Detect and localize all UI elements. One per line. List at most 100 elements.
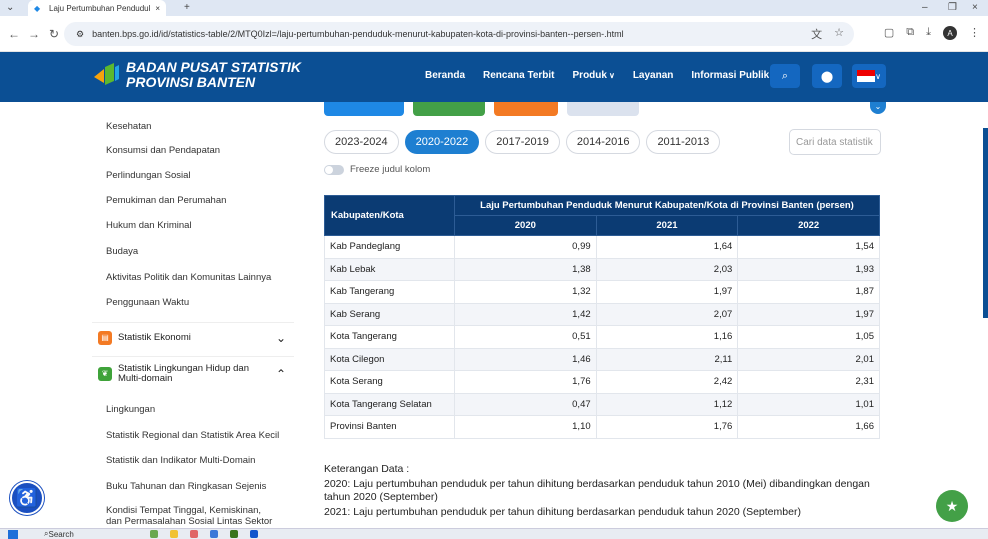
sidebar-category-lingkungan[interactable]: ❦ Statistik Lingkungan Hidup dan Multi-do… <box>92 356 294 390</box>
reading-list-icon[interactable]: ▢ <box>884 26 894 40</box>
excel-icon[interactable] <box>230 530 238 538</box>
cell-value-2022: 1,05 <box>737 325 880 349</box>
browser-menu-icon[interactable]: ⋮ <box>969 26 980 40</box>
cell-value-2021: 1,97 <box>595 280 739 304</box>
location-button[interactable]: ⬤ <box>812 64 842 88</box>
sidebar-item-kondisi-tempat-tinggal[interactable]: Kondisi Tempat Tinggal, Kemiskinan, dan … <box>106 505 272 527</box>
table-row: Kab Lebak 1,38 2,03 1,93 <box>324 257 880 281</box>
translate-icon[interactable]: 文 <box>811 26 822 42</box>
minimize-icon[interactable]: – <box>922 2 928 13</box>
cell-value-2020: 1,76 <box>454 370 597 394</box>
location-pin-icon: ⬤ <box>820 70 834 83</box>
table-row: Kota Serang 1,76 2,42 2,31 <box>324 370 880 394</box>
favicon-icon: ◆ <box>34 4 41 13</box>
language-button[interactable]: ∨ <box>852 64 886 88</box>
menu-beranda[interactable]: Beranda <box>425 70 465 81</box>
menu-informasi-publik[interactable]: Informasi Publik∨ <box>691 70 777 81</box>
tab-list-icon[interactable]: ⌄ <box>6 2 14 13</box>
tab-2014-2016[interactable]: 2014-2016 <box>565 130 641 154</box>
windows-start-icon[interactable] <box>8 529 18 539</box>
address-bar-row: ← → ↻ ⚙ banten.bps.go.id/id/statistics-t… <box>0 16 988 52</box>
cell-value-2021: 2,03 <box>595 257 739 281</box>
taskbar-search[interactable]: ⌕ Search <box>38 529 74 539</box>
tab-2011-2013[interactable]: 2011-2013 <box>646 130 721 154</box>
url-field[interactable]: ⚙ banten.bps.go.id/id/statistics-table/2… <box>64 22 854 46</box>
cell-value-2020: 0,99 <box>454 235 597 259</box>
cell-value-2020: 1,32 <box>454 280 597 304</box>
tab-2023-2024[interactable]: 2023-2024 <box>324 130 399 154</box>
col-header-2022[interactable]: 2022 <box>737 215 880 236</box>
url-text: banten.bps.go.id/id/statistics-table/2/M… <box>92 29 624 39</box>
collapse-tabs-button[interactable]: ⌄ <box>870 102 886 114</box>
data-notes: Keterangan Data : 2020: Laju pertumbuhan… <box>324 463 884 521</box>
favorite-button[interactable]: ★ <box>936 490 968 522</box>
search-statistics-input[interactable]: Cari data statistik <box>789 129 881 155</box>
sidebar-item-lingkungan[interactable]: Lingkungan <box>106 404 155 415</box>
sidebar-item-buku-tahunan[interactable]: Buku Tahunan dan Ringkasan Sejenis <box>106 481 266 492</box>
tab-2017-2019[interactable]: 2017-2019 <box>485 130 560 154</box>
close-window-icon[interactable]: × <box>972 2 978 13</box>
chevron-down-icon: ∨ <box>875 71 881 81</box>
sidebar-item-hukum[interactable]: Hukum dan Kriminal <box>106 220 192 231</box>
cell-region-name: Kota Serang <box>324 370 455 394</box>
color-tab-blue[interactable] <box>324 102 404 116</box>
menu-produk[interactable]: Produk ∨ <box>573 70 615 81</box>
cell-region-name: Kota Tangerang Selatan <box>324 392 455 416</box>
main-menu: Beranda Rencana Terbit Produk ∨ Layanan I… <box>425 70 777 81</box>
sidebar-item-kesehatan[interactable]: Kesehatan <box>106 121 151 132</box>
extensions-icon[interactable]: ⧉ <box>906 26 914 40</box>
color-tab-green[interactable] <box>413 102 485 116</box>
notes-line-2020: 2020: Laju pertumbuhan penduduk per tahu… <box>324 478 870 503</box>
accessibility-icon: ♿ <box>15 487 39 508</box>
tab-2020-2022[interactable]: 2020-2022 <box>404 130 480 154</box>
menu-rencana-terbit[interactable]: Rencana Terbit <box>483 70 555 81</box>
item-line-2: dan Permasalahan Sosial Lintas Sektor <box>106 516 273 527</box>
site-info-icon[interactable]: ⚙ <box>76 29 84 40</box>
notes-heading: Keterangan Data : <box>324 463 410 475</box>
cell-value-2022: 1,66 <box>737 415 880 439</box>
table-row: Kota Tangerang 0,51 1,16 1,05 <box>324 325 880 349</box>
table-row: Kab Serang 1,42 2,07 1,97 <box>324 302 880 326</box>
sidebar-item-budaya[interactable]: Budaya <box>106 246 138 257</box>
sidebar-item-pemukiman[interactable]: Pemukiman dan Perumahan <box>106 195 226 206</box>
new-tab-icon[interactable]: + <box>184 2 190 13</box>
browser-tab[interactable]: ◆ Laju Pertumbuhan Penduduk M × <box>28 0 166 16</box>
freeze-columns-toggle-row[interactable]: Freeze judul kolom <box>324 164 430 175</box>
accessibility-button[interactable]: ♿ <box>10 481 44 515</box>
color-tab-orange[interactable] <box>494 102 558 116</box>
col-header-2021[interactable]: 2021 <box>595 215 739 236</box>
menu-layanan[interactable]: Layanan <box>633 70 674 81</box>
sidebar-item-konsumsi[interactable]: Konsumsi dan Pendapatan <box>106 145 220 156</box>
sidebar-item-multi-domain[interactable]: Statistik dan Indikator Multi-Domain <box>106 455 255 466</box>
restore-icon[interactable]: ❐ <box>948 2 957 13</box>
sidebar-item-aktivitas-politik[interactable]: Aktivitas Politik dan Komunitas Lainnya <box>106 272 271 283</box>
back-icon[interactable]: ← <box>4 27 24 41</box>
bookmark-star-icon[interactable]: ☆ <box>834 26 844 42</box>
app-icon[interactable] <box>210 530 218 538</box>
profile-avatar[interactable]: A <box>943 26 957 40</box>
col-header-2020[interactable]: 2020 <box>454 215 597 236</box>
chrome-icon[interactable] <box>190 530 198 538</box>
search-icon: ⌕ <box>781 69 789 82</box>
app-icon[interactable] <box>150 530 158 538</box>
cell-value-2021: 1,76 <box>595 415 739 439</box>
sidebar-item-regional[interactable]: Statistik Regional dan Statistik Area Ke… <box>106 430 279 441</box>
bps-logo[interactable]: BADAN PUSAT STATISTIK PROVINSI BANTEN <box>92 60 301 90</box>
sidebar-item-perlindungan[interactable]: Perlindungan Sosial <box>106 170 191 181</box>
reload-icon[interactable]: ↻ <box>44 27 64 41</box>
col-header-kabupaten[interactable]: Kabupaten/Kota <box>324 195 455 236</box>
folder-icon[interactable] <box>170 530 178 538</box>
freeze-toggle[interactable] <box>324 164 344 175</box>
download-icon[interactable]: ⤓ <box>926 26 931 40</box>
freeze-label: Freeze judul kolom <box>350 164 431 175</box>
category-label: Statistik Ekonomi <box>118 332 191 343</box>
sidebar-item-penggunaan-waktu[interactable]: Penggunaan Waktu <box>106 297 189 308</box>
cell-value-2021: 2,11 <box>595 347 739 371</box>
color-tab-grey[interactable] <box>567 102 639 116</box>
word-icon[interactable] <box>250 530 258 538</box>
forward-icon[interactable]: → <box>24 27 44 41</box>
sidebar-category-ekonomi[interactable]: ▤ Statistik Ekonomi ⌄ <box>92 322 294 352</box>
search-button[interactable]: ⌕ <box>770 64 800 88</box>
cell-region-name: Kab Lebak <box>324 257 455 281</box>
tab-close-icon[interactable]: × <box>155 4 160 13</box>
